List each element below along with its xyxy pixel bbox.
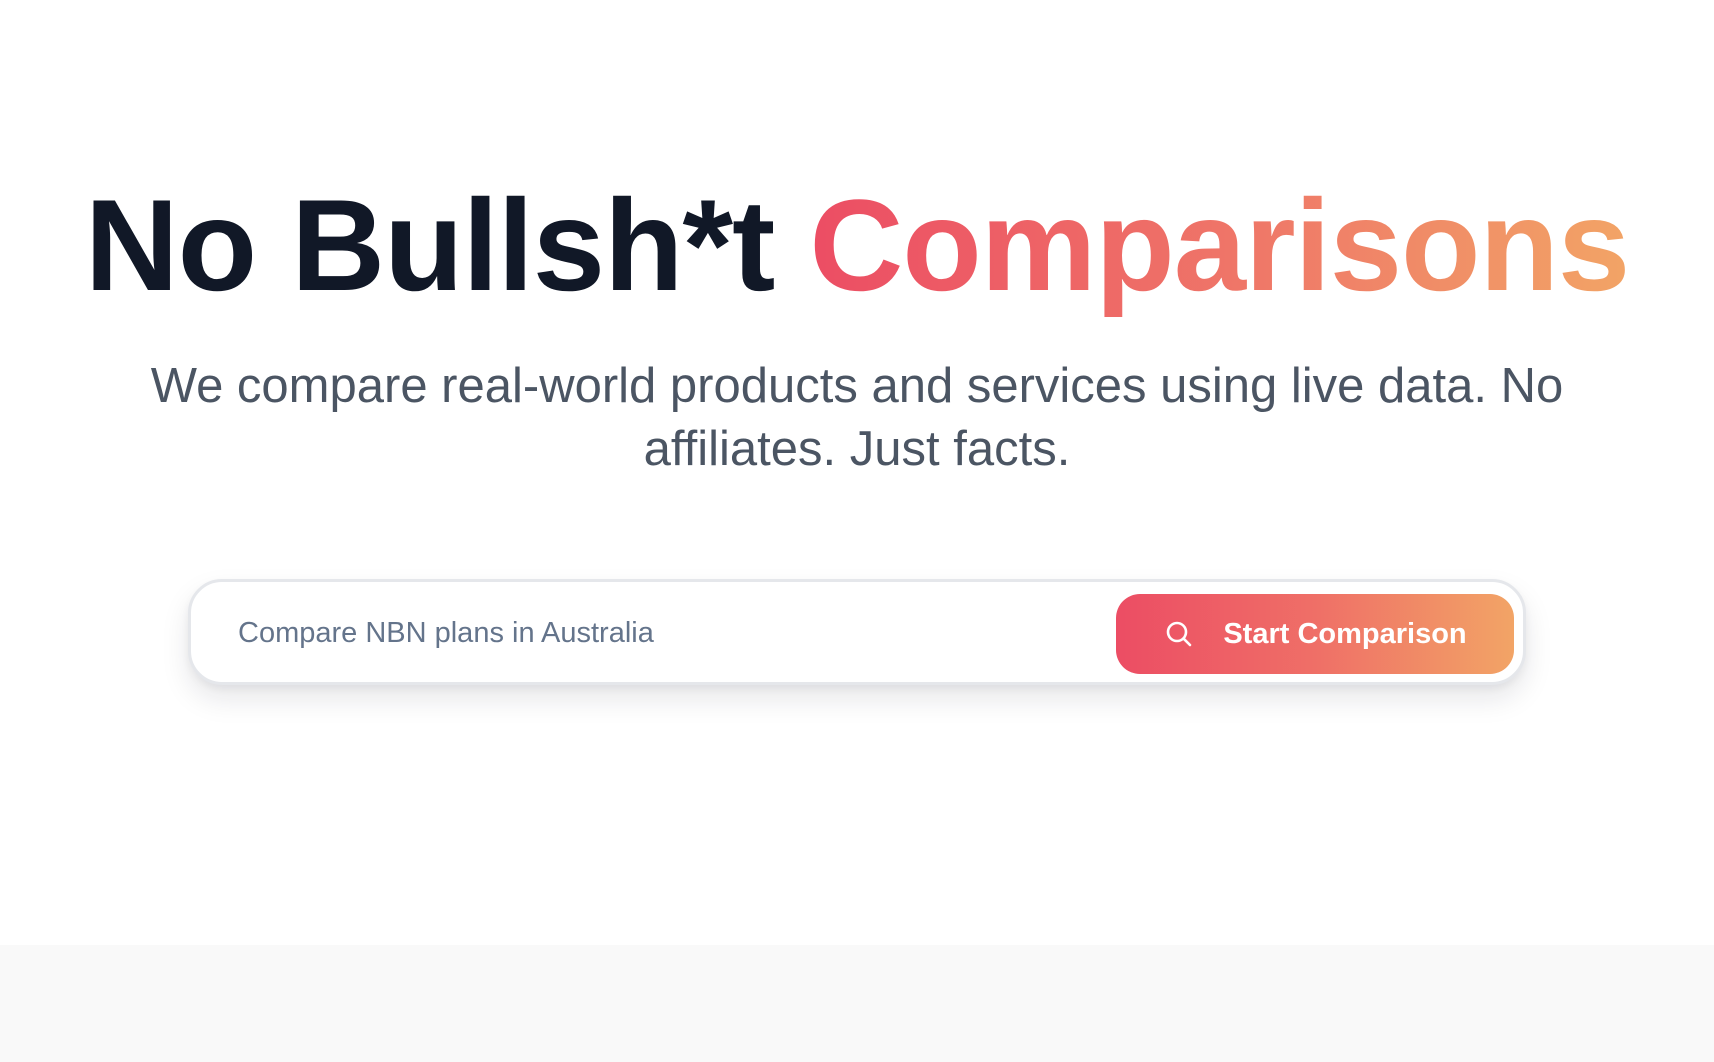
hero-headline: No Bullsh*t Comparisons <box>0 170 1714 320</box>
start-comparison-button[interactable]: Start Comparison <box>1116 594 1514 674</box>
page: No Bullsh*t Comparisons We compare real-… <box>0 0 1714 1062</box>
lower-section <box>0 945 1714 1062</box>
headline-accent-text: Comparisons <box>809 172 1630 318</box>
headline-main-text: No Bullsh*t <box>84 172 776 318</box>
comparison-search-input[interactable] <box>238 605 1038 661</box>
search-icon <box>1163 618 1195 650</box>
hero-subtitle: We compare real-world products and servi… <box>150 359 1564 476</box>
hero-section: No Bullsh*t Comparisons We compare real-… <box>0 0 1714 945</box>
comparison-search-bar: Start Comparison <box>188 579 1526 685</box>
start-comparison-label: Start Comparison <box>1223 617 1467 650</box>
